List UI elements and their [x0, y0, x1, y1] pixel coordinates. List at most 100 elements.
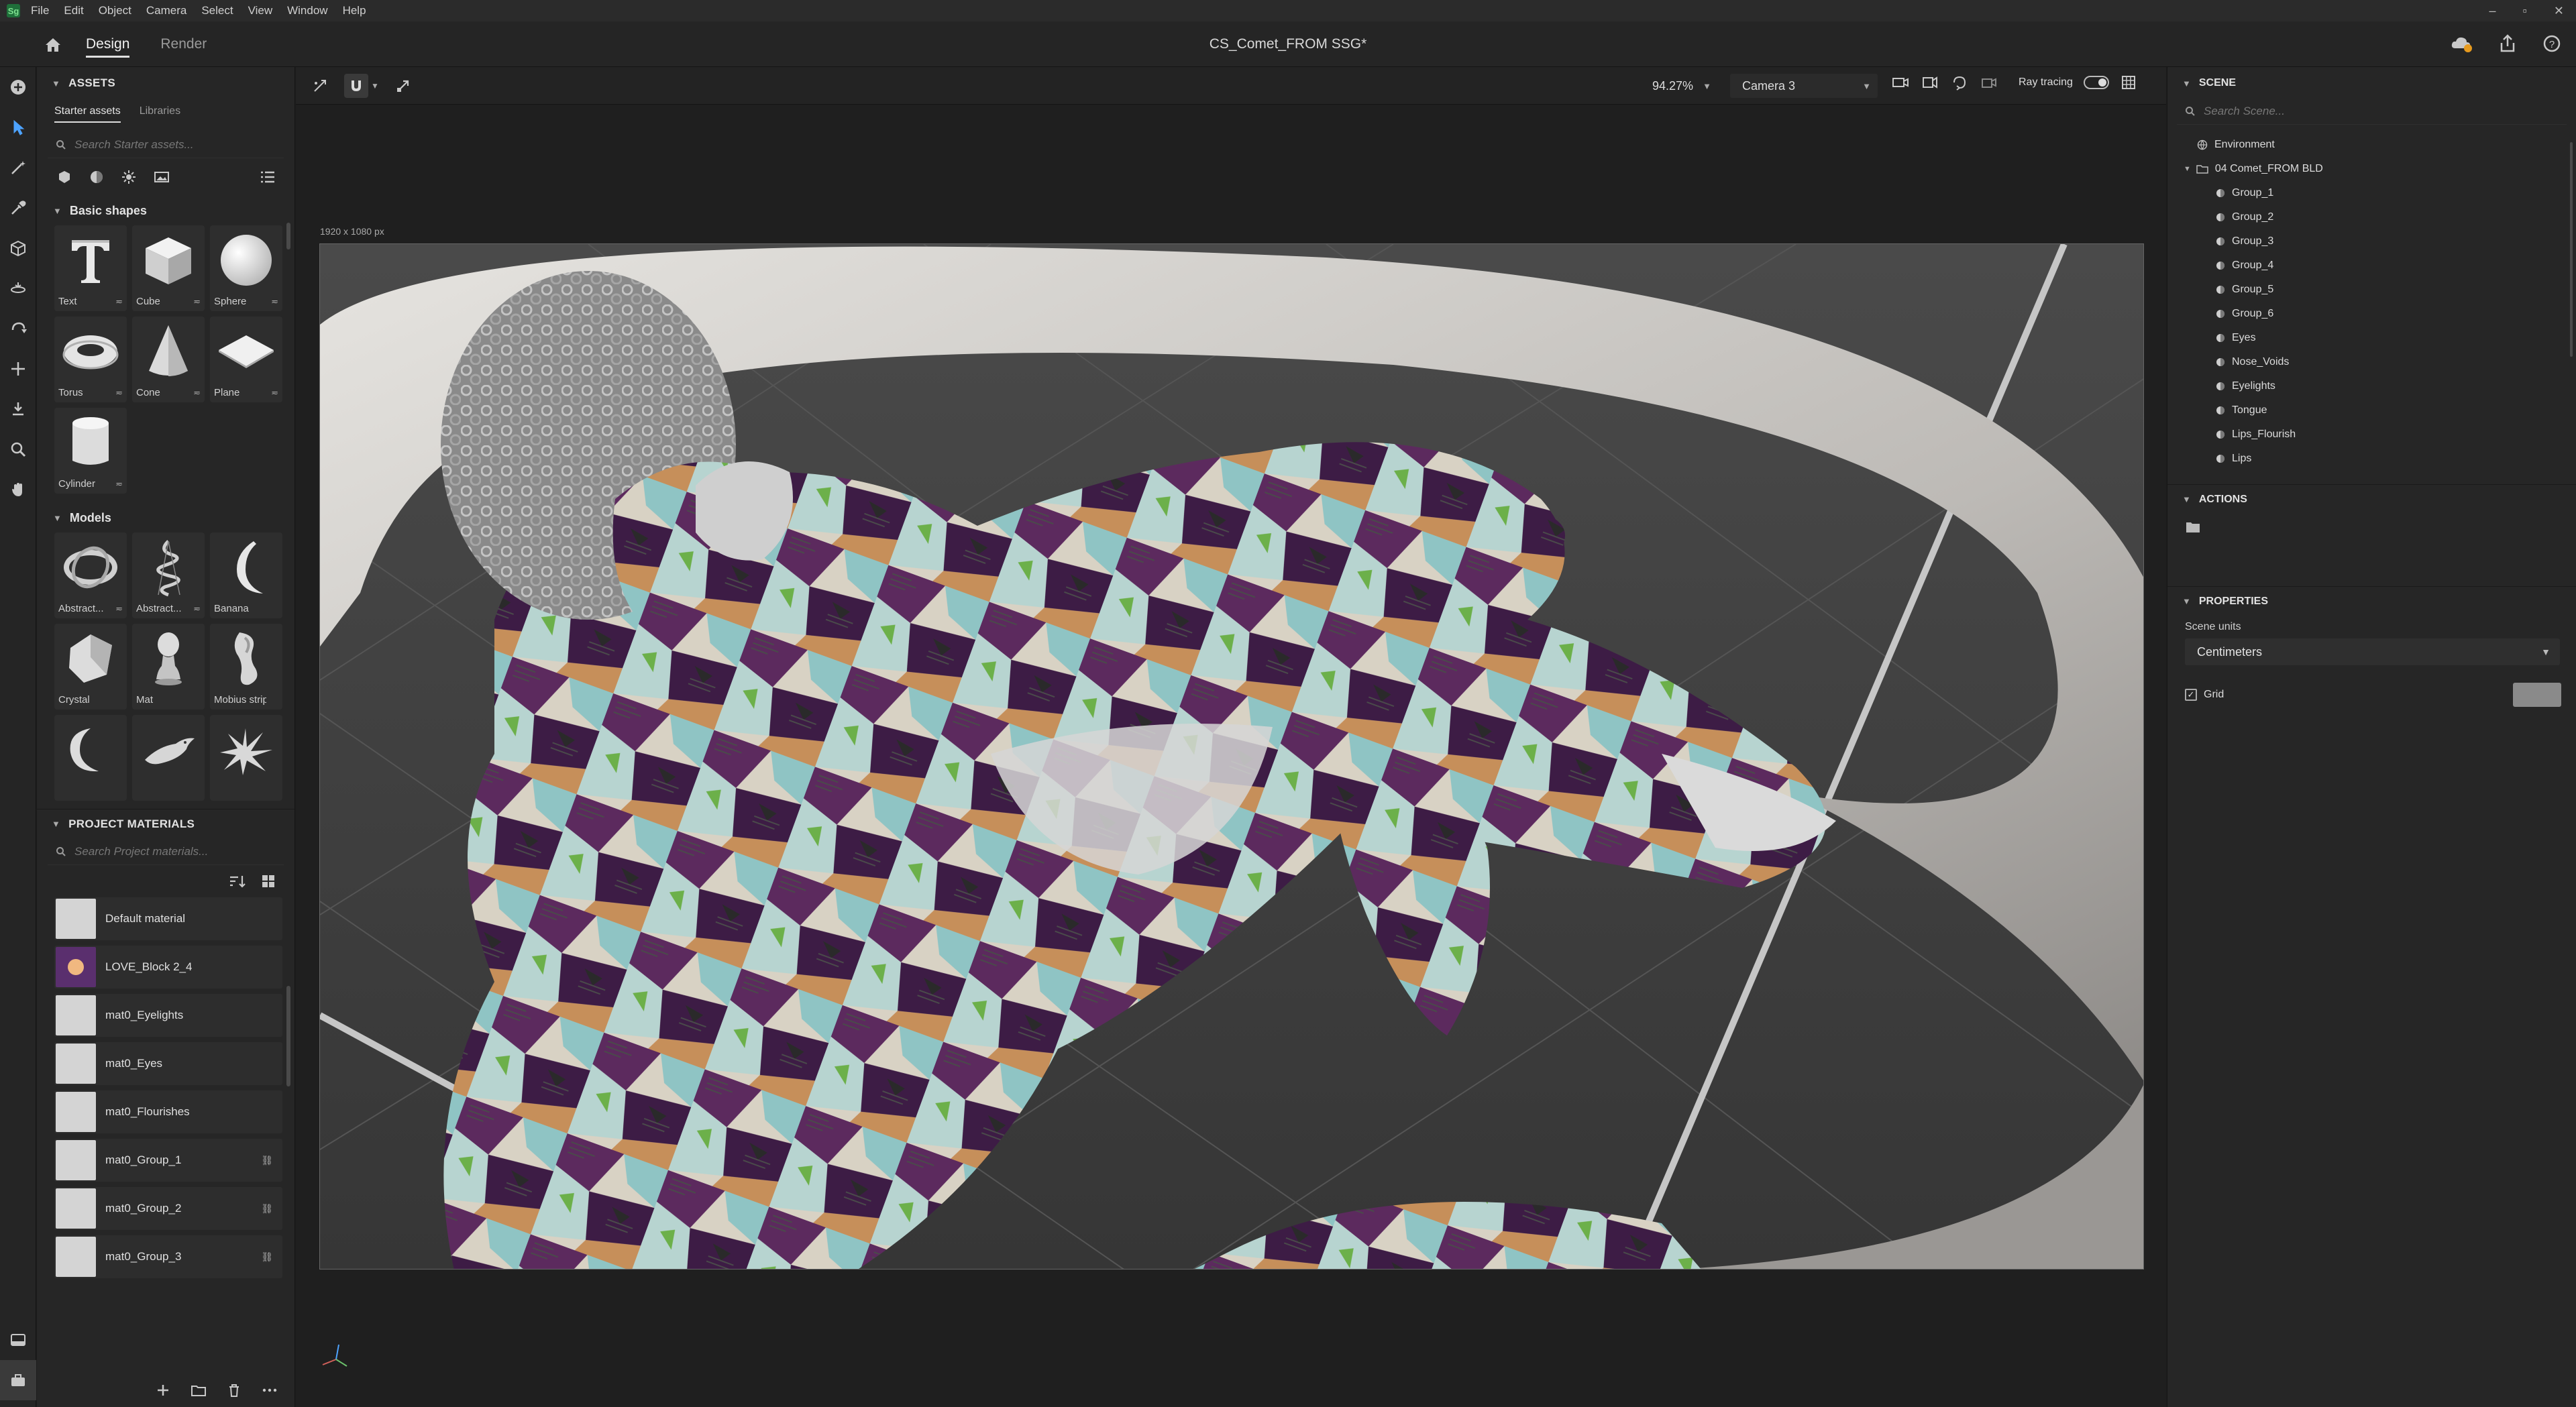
asset-tile-mat[interactable]: Mat — [132, 624, 205, 710]
folder-icon[interactable] — [191, 1383, 207, 1398]
basic-shapes-header[interactable]: ▼ Basic shapes — [37, 196, 294, 225]
add-tool[interactable] — [0, 67, 36, 107]
lights-filter-icon[interactable] — [121, 170, 136, 184]
menu-file[interactable]: File — [31, 4, 49, 17]
actions-header[interactable]: ▼ ACTIONS — [2167, 484, 2576, 514]
sample-tool[interactable] — [0, 188, 36, 228]
starter-assets-search[interactable]: Search Starter assets... — [48, 131, 284, 158]
settings-icon[interactable]: ≂ — [271, 388, 278, 398]
tree-item-group[interactable]: Eyes — [2167, 326, 2576, 350]
viewport-canvas[interactable]: 1920 x 1080 px — [296, 105, 2166, 1407]
select-tool[interactable] — [0, 107, 36, 148]
settings-icon[interactable]: ≂ — [115, 296, 123, 307]
pan-tool[interactable] — [0, 469, 36, 510]
grid-view-icon[interactable] — [261, 874, 276, 889]
tab-design[interactable]: Design — [86, 21, 130, 67]
models-header[interactable]: ▼ Models — [37, 503, 294, 532]
material-row[interactable]: mat0_Group_1 ⛓ — [54, 1139, 282, 1182]
drop-tool[interactable] — [0, 389, 36, 429]
camera-lock-icon[interactable] — [1980, 74, 1998, 91]
ray-tracing-toggle[interactable] — [2083, 76, 2109, 89]
material-row[interactable]: mat0_Group_3 ⛓ — [54, 1235, 282, 1278]
tab-render[interactable]: Render — [160, 21, 207, 67]
chevron-down-icon[interactable]: ▼ — [2184, 165, 2191, 173]
transform-button[interactable] — [391, 74, 415, 98]
scene-search[interactable]: Search Scene... — [2177, 98, 2567, 125]
maximize-icon[interactable]: ▫ — [2523, 4, 2527, 18]
project-materials-header[interactable]: ▼ PROJECT MATERIALS — [37, 809, 294, 838]
asset-tile-abstract-1[interactable]: Abstract... ≂ — [54, 532, 127, 618]
render-settings-icon[interactable] — [2120, 74, 2139, 91]
toolbox-tool[interactable] — [0, 1360, 36, 1400]
asset-tile-text[interactable]: Text ≂ — [54, 225, 127, 311]
material-row[interactable]: mat0_Flourishes — [54, 1090, 282, 1133]
tree-item-group[interactable]: Group_3 — [2167, 229, 2576, 254]
chevron-down-icon[interactable]: ▼ — [371, 81, 379, 91]
folder-icon[interactable] — [2185, 520, 2201, 534]
move-tool[interactable] — [0, 349, 36, 389]
menu-window[interactable]: Window — [287, 4, 327, 17]
home-button[interactable] — [42, 34, 64, 56]
magic-select-tool[interactable] — [0, 148, 36, 188]
tab-starter-assets[interactable]: Starter assets — [54, 105, 121, 123]
trash-icon[interactable] — [227, 1383, 241, 1398]
asset-tile-plane[interactable]: Plane ≂ — [210, 317, 282, 402]
tree-item-environment[interactable]: Environment — [2167, 133, 2576, 157]
close-icon[interactable]: ✕ — [2554, 4, 2564, 18]
add-icon[interactable] — [156, 1383, 170, 1398]
assets-header[interactable]: ▼ ASSETS — [37, 68, 294, 98]
menu-help[interactable]: Help — [343, 4, 366, 17]
tree-item-group[interactable]: Group_1 — [2167, 181, 2576, 205]
tree-item-group[interactable]: Lips — [2167, 447, 2576, 471]
materials-scrollbar[interactable] — [286, 986, 290, 1086]
settings-icon[interactable]: ≂ — [115, 479, 123, 490]
properties-header[interactable]: ▼ PROPERTIES — [2167, 586, 2576, 616]
object-tool[interactable] — [0, 228, 36, 268]
tree-item-group[interactable]: Group_2 — [2167, 205, 2576, 229]
settings-icon[interactable]: ≂ — [193, 296, 201, 307]
project-materials-search[interactable]: Search Project materials... — [48, 838, 284, 865]
scene-header[interactable]: ▼ SCENE — [2167, 68, 2576, 98]
zoom-tool[interactable] — [0, 429, 36, 469]
tree-item-group[interactable]: Eyelights — [2167, 374, 2576, 398]
menu-view[interactable]: View — [248, 4, 273, 17]
cloud-sync-icon[interactable] — [2450, 34, 2473, 54]
asset-tile-crystal[interactable]: Crystal — [54, 624, 127, 710]
material-row[interactable]: mat0_Eyes — [54, 1042, 282, 1085]
more-icon[interactable] — [262, 1383, 278, 1398]
materials-filter-icon[interactable] — [89, 170, 104, 184]
settings-icon[interactable]: ≂ — [115, 388, 123, 398]
models-filter-icon[interactable] — [57, 170, 72, 184]
material-row[interactable]: mat0_Group_2 ⛓ — [54, 1187, 282, 1230]
camera-reset-icon[interactable] — [1950, 74, 1969, 91]
settings-icon[interactable]: ≂ — [115, 604, 123, 614]
ground-tool[interactable] — [0, 268, 36, 308]
grid-checkbox[interactable]: ✓ — [2185, 689, 2197, 701]
tree-item-root-group[interactable]: ▼ 04 Comet_FROM BLD — [2167, 157, 2576, 181]
snap-toggle[interactable] — [308, 74, 332, 98]
asset-tile-model-7[interactable] — [54, 715, 127, 801]
asset-tile-model-9[interactable] — [210, 715, 282, 801]
asset-tile-cone[interactable]: Cone ≂ — [132, 317, 205, 402]
sort-icon[interactable] — [229, 874, 246, 889]
asset-tile-mobius[interactable]: Mobius strip — [210, 624, 282, 710]
camera-frame-icon[interactable] — [1921, 74, 1939, 91]
camera-select[interactable]: Camera 3 ▼ — [1730, 74, 1878, 98]
tree-item-group[interactable]: Tongue — [2167, 398, 2576, 423]
list-view-icon[interactable] — [260, 170, 276, 184]
tree-item-group[interactable]: Group_4 — [2167, 254, 2576, 278]
scene-scrollbar[interactable] — [2570, 142, 2573, 357]
images-filter-icon[interactable] — [154, 170, 170, 184]
tree-item-group[interactable]: Lips_Flourish — [2167, 423, 2576, 447]
orbit-tool[interactable] — [0, 308, 36, 349]
tab-libraries[interactable]: Libraries — [140, 105, 180, 117]
settings-icon[interactable]: ≂ — [193, 604, 201, 614]
menu-edit[interactable]: Edit — [64, 4, 83, 17]
tree-item-group[interactable]: Nose_Voids — [2167, 350, 2576, 374]
menu-select[interactable]: Select — [201, 4, 233, 17]
settings-icon[interactable]: ≂ — [193, 388, 201, 398]
minimize-icon[interactable]: – — [2489, 4, 2496, 18]
material-row[interactable]: mat0_Eyelights — [54, 994, 282, 1037]
asset-tile-cylinder[interactable]: Cylinder ≂ — [54, 408, 127, 494]
tree-item-group[interactable]: Group_5 — [2167, 278, 2576, 302]
